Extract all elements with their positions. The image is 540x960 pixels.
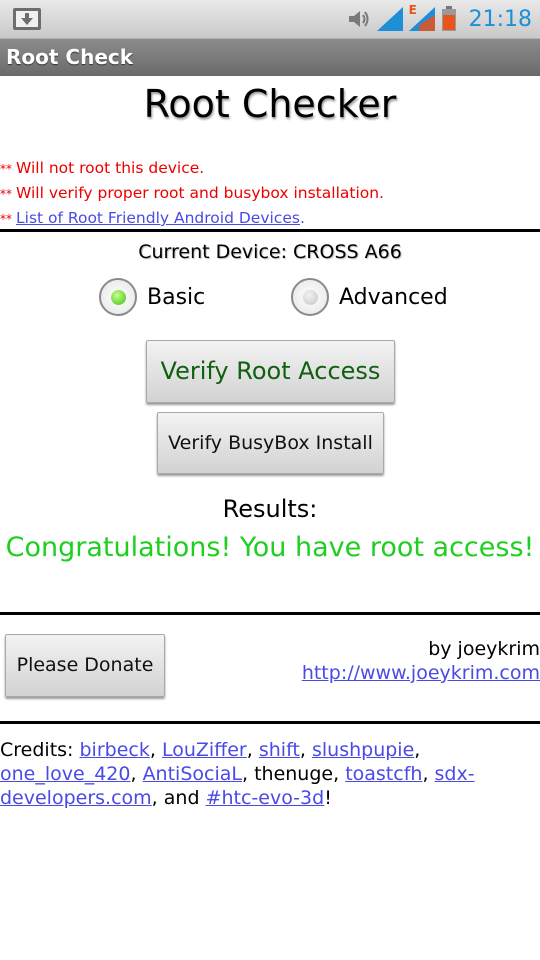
note-text: Will not root this device. [16,159,205,177]
credit-link[interactable]: toastcfh [345,763,422,785]
download-icon [13,8,41,30]
volume-icon [348,11,369,27]
donate-button[interactable]: Please Donate [5,634,165,697]
clock: 21:18 [468,6,532,32]
radio-basic[interactable]: Basic [99,278,205,316]
credit-link[interactable]: slushpupie [312,739,414,761]
author-info: by joeykrim http://www.joeykrim.com [302,638,540,684]
credits-prefix: Credits: [0,739,80,761]
radio-advanced-label[interactable]: Advanced [339,285,448,310]
credit-link[interactable]: shift [259,739,300,761]
author-website-link[interactable]: http://www.joeykrim.com [302,662,540,684]
app-title-bar: Root Check [0,39,540,76]
status-bar: E 21:18 [0,0,540,39]
note-bullet: ** [0,162,12,176]
credit-link[interactable]: AntiSociaL [143,763,242,785]
credits-and: and [163,787,200,809]
battery-icon [441,6,456,31]
verify-busybox-button[interactable]: Verify BusyBox Install [157,412,384,474]
signal-icon [376,7,403,31]
divider [0,721,540,724]
note-line: ** Will not root this device. [0,156,540,181]
mode-radio-group: Basic Advanced [0,278,540,324]
divider [0,229,540,232]
note-line: ** Will verify proper root and busybox in… [0,181,540,206]
divider [0,612,540,615]
results-message: Congratulations! You have root access! [5,532,535,563]
note-text: Will verify proper root and busybox inst… [16,184,384,202]
page-title: Root Checker [143,82,397,126]
credit-link[interactable]: LouZiffer [162,739,247,761]
radio-basic-label[interactable]: Basic [147,285,205,310]
root-friendly-devices-link[interactable]: List of Root Friendly Android Devices [16,209,300,227]
credits: Credits: birbeck, LouZiffer, shift, slus… [0,739,475,809]
radio-advanced-indicator[interactable] [291,278,329,316]
verify-root-button[interactable]: Verify Root Access [146,340,395,403]
author-name: by joeykrim [428,638,540,660]
radio-basic-indicator[interactable] [99,278,137,316]
results-label: Results: [222,495,318,523]
network-type-badge: E [408,3,417,17]
radio-advanced[interactable]: Advanced [291,278,448,316]
note-bullet: ** [0,212,12,226]
app-title: Root Check [6,45,134,69]
credit-link[interactable]: one_love_420 [0,763,130,785]
note-bullet: ** [0,187,12,201]
note-suffix: . [299,209,305,227]
info-notes: ** Will not root this device. ** Will veri… [0,156,540,231]
current-device-label: Current Device: CROSS A66 [138,241,402,263]
credit-link[interactable]: birbeck [79,739,149,761]
credit-link[interactable]: #htc-evo-3d [206,787,325,809]
credit-name: thenuge [254,763,334,785]
credits-end: ! [324,787,332,809]
note-line: ** List of Root Friendly Android Devices. [0,206,540,231]
